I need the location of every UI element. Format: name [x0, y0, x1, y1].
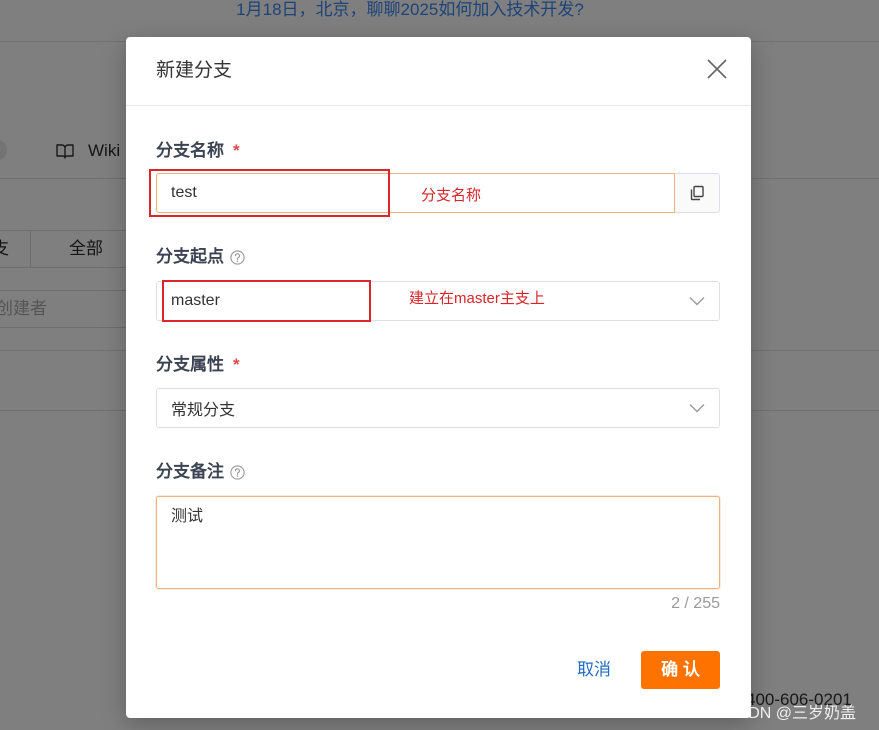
help-icon[interactable]: [230, 464, 245, 480]
branch-name-input[interactable]: [156, 173, 675, 213]
branch-name-label: 分支名称 *: [156, 140, 240, 162]
copy-button[interactable]: [675, 173, 720, 213]
branch-type-value: 常规分支: [171, 402, 236, 419]
branch-type-select[interactable]: 常规分支: [156, 388, 720, 428]
dialog-title: 新建分支: [156, 60, 233, 81]
branch-name-label-text: 分支名称: [156, 141, 224, 160]
annotation-text-name: 分支名称: [421, 187, 482, 204]
branch-type-label-text: 分支属性: [156, 355, 224, 374]
branch-note-textarea[interactable]: 测试: [156, 496, 720, 589]
branch-note-label-text: 分支备注: [156, 462, 224, 481]
branch-note-label: 分支备注: [156, 461, 245, 483]
branch-source-value: master: [171, 292, 220, 309]
branch-source-label: 分支起点: [156, 246, 245, 268]
close-icon[interactable]: [706, 58, 728, 80]
confirm-button[interactable]: 确 认: [641, 651, 720, 689]
copy-icon: [689, 185, 705, 201]
chevron-down-icon: [689, 403, 705, 413]
header-divider: [126, 105, 751, 106]
branch-source-label-text: 分支起点: [156, 247, 224, 266]
required-mark: *: [233, 355, 240, 374]
char-counter: 2 / 255: [671, 595, 720, 612]
new-branch-dialog: 新建分支 分支名称 * 分支起点 master 分支属性 * 常规分支: [126, 37, 751, 718]
branch-type-label: 分支属性 *: [156, 354, 240, 376]
help-icon[interactable]: [230, 249, 245, 265]
annotation-text-source: 建立在master主支上: [409, 290, 545, 307]
required-mark: *: [233, 141, 240, 160]
watermark: CSDN @三岁奶盖: [726, 705, 857, 722]
cancel-button[interactable]: 取消: [577, 659, 611, 681]
chevron-down-icon: [689, 296, 705, 306]
